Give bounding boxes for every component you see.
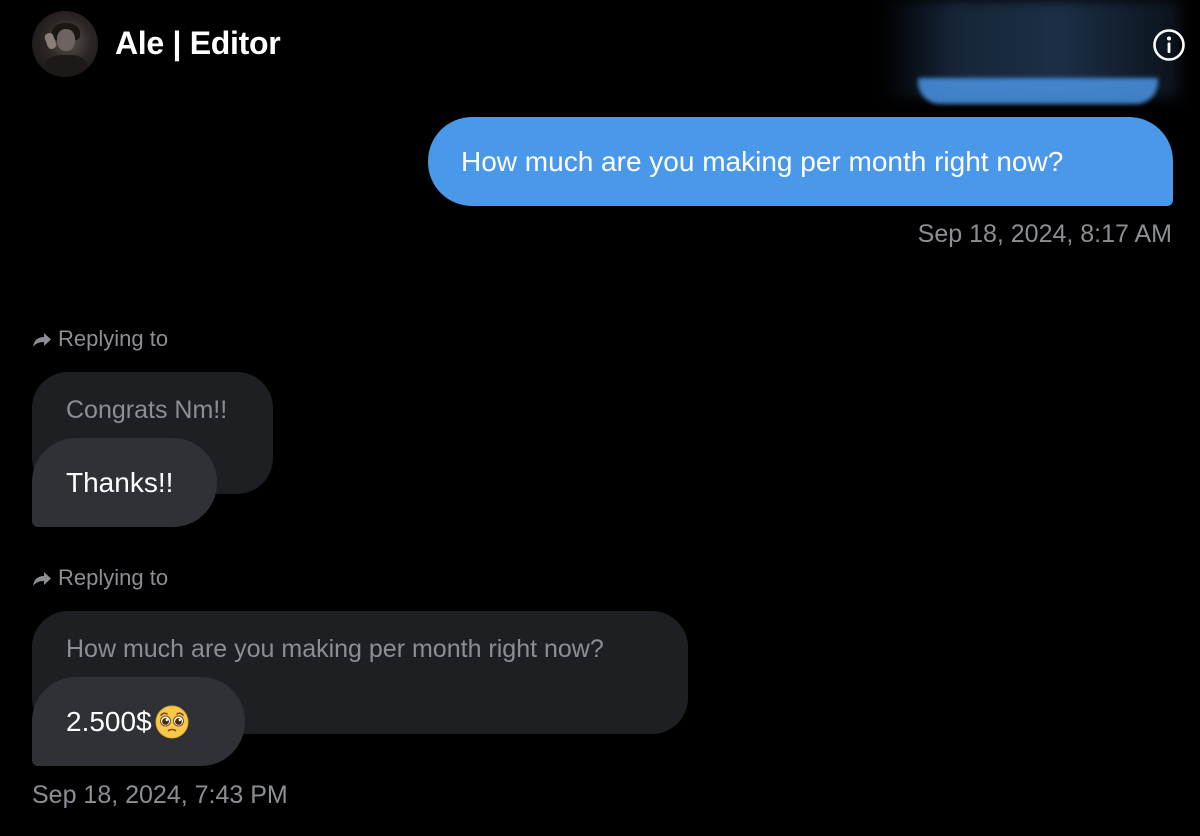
message-text: 2.500$ bbox=[66, 705, 152, 737]
incoming-timestamp: Sep 18, 2024, 7:43 PM bbox=[32, 781, 288, 809]
incoming-message-bubble[interactable]: 2.500$ bbox=[32, 677, 245, 766]
outgoing-timestamp: Sep 18, 2024, 8:17 AM bbox=[917, 220, 1172, 248]
previous-message-bubble bbox=[918, 78, 1158, 104]
info-icon[interactable] bbox=[1152, 28, 1186, 62]
replying-to-label: Replying to bbox=[32, 565, 168, 591]
contact-name[interactable]: Ale | Editor bbox=[115, 25, 281, 62]
message-text: Thanks!! bbox=[66, 466, 174, 498]
reply-arrow-icon bbox=[33, 572, 51, 586]
replying-to-text: Replying to bbox=[58, 565, 169, 590]
reply-arrow-icon bbox=[33, 333, 51, 347]
incoming-message-bubble[interactable]: Thanks!! bbox=[32, 438, 217, 527]
pleading-face-emoji-icon bbox=[155, 705, 189, 738]
outgoing-message-bubble[interactable]: How much are you making per month right … bbox=[428, 117, 1173, 206]
replying-to-label: Replying to bbox=[32, 326, 168, 352]
avatar[interactable] bbox=[32, 11, 98, 77]
conversation-header: Ale | Editor bbox=[0, 0, 1200, 104]
dm-conversation: Ale | Editor How much are you making per… bbox=[0, 0, 1200, 836]
replying-to-text: Replying to bbox=[58, 326, 169, 351]
